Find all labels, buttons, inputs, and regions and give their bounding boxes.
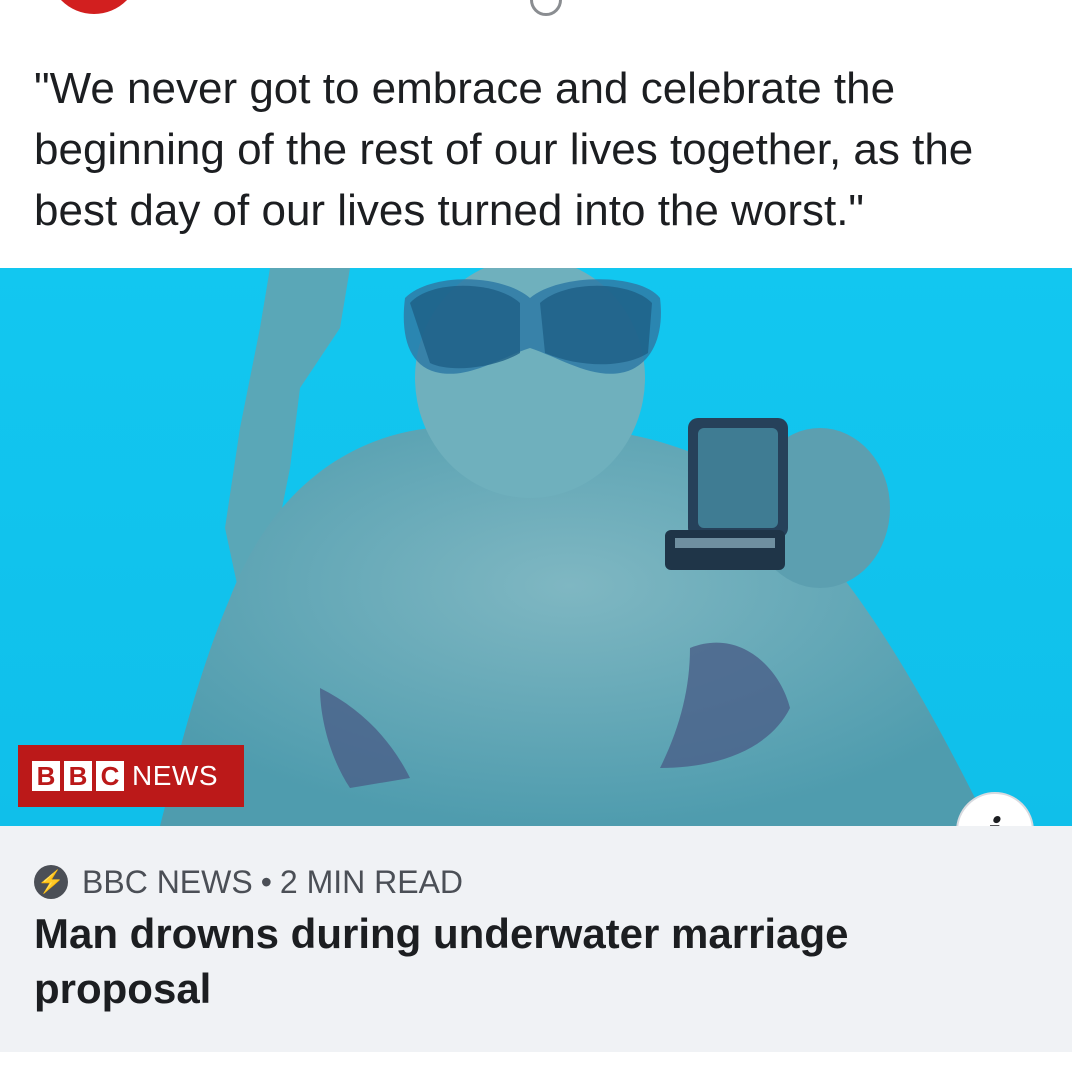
- post-header-partial: [0, 0, 1072, 30]
- link-headline[interactable]: Man drowns during underwater marriage pr…: [34, 906, 1034, 1016]
- bbc-logo-news: NEWS: [132, 760, 218, 791]
- bbc-logo-letter: B: [32, 761, 60, 791]
- separator-dot: •: [260, 863, 272, 900]
- link-source: BBC NEWS: [82, 863, 253, 900]
- article-image[interactable]: [0, 268, 1072, 826]
- link-source-row: ⚡ BBC NEWS • 2 MIN READ: [34, 862, 463, 902]
- bbc-logo-letter: C: [96, 761, 124, 791]
- bbc-news-logo: B B C NEWS: [18, 745, 244, 807]
- lightning-bolt-icon: ⚡: [34, 865, 68, 899]
- link-read-time: 2 MIN READ: [279, 863, 464, 900]
- post-text: "We never got to embrace and celebrate t…: [34, 64, 974, 235]
- globe-icon: [530, 0, 562, 16]
- page-avatar[interactable]: [48, 0, 140, 14]
- bbc-logo-letter: B: [64, 761, 92, 791]
- underwater-proposal-photo: [0, 268, 1072, 826]
